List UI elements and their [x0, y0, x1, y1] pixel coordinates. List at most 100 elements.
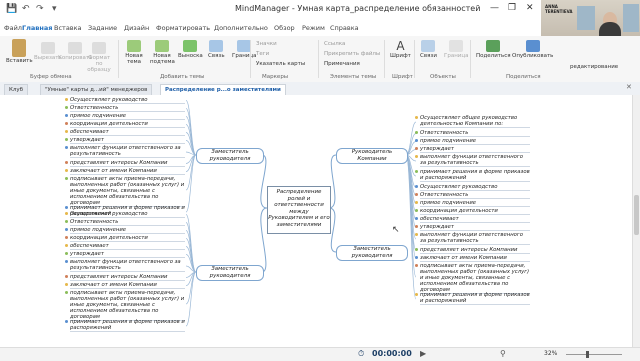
map-subtopic[interactable]: утверждает — [70, 137, 185, 144]
doc-tab-active[interactable]: Распределение р...о заместителями — [160, 84, 286, 95]
attach-files-button[interactable]: Прикрепить файлы — [324, 51, 380, 57]
map-subtopic[interactable]: координация деятельности — [420, 208, 530, 215]
map-subtopic[interactable]: Осуществляет руководство — [420, 184, 530, 191]
quick-access-dropdown-icon[interactable]: ▾ — [52, 4, 57, 14]
play-icon[interactable]: ▶ — [420, 349, 426, 358]
map-subtopic[interactable]: представляет интересы Компании — [70, 274, 185, 281]
topic-right-deputy[interactable]: Заместитель руководителя — [336, 245, 408, 261]
mouse-cursor-icon: ↖ — [392, 225, 400, 235]
new-topic-button[interactable]: Новая тема — [124, 40, 144, 65]
vertical-scrollbar[interactable] — [632, 95, 640, 347]
map-subtopic[interactable]: утверждает — [70, 251, 185, 258]
scrollbar-thumb[interactable] — [634, 195, 639, 235]
map-subtopic[interactable]: выполняет функции ответственного за резу… — [70, 259, 185, 272]
save-icon[interactable]: 💾 — [6, 4, 17, 14]
tab-help[interactable]: Справка — [330, 24, 359, 32]
undo-icon[interactable]: ↶ — [22, 4, 30, 14]
branch-line — [185, 116, 197, 156]
subtopic-marker-icon — [65, 291, 68, 294]
map-subtopic[interactable]: прямое подчинение — [420, 138, 530, 145]
map-subtopic[interactable]: Осуществляет руководство — [70, 211, 185, 218]
tab-format[interactable]: Форматировать — [156, 24, 210, 32]
icons-button[interactable]: Значки — [256, 41, 277, 47]
copy-icon — [68, 42, 83, 54]
map-subtopic[interactable]: выполняет функции ответственного за резу… — [420, 154, 530, 167]
subtopic-marker-icon — [415, 225, 418, 228]
map-subtopic[interactable]: Ответственность — [420, 192, 530, 199]
topic-head-of-company[interactable]: Руководитель Компании — [336, 148, 408, 164]
publish-button[interactable]: Опубликовать — [512, 40, 553, 59]
filter-icon[interactable]: ⚲ — [500, 349, 506, 358]
close-tab-icon[interactable]: ✕ — [626, 83, 632, 91]
map-subtopic[interactable]: заключает от имени Компании — [70, 282, 185, 289]
zoom-slider-thumb[interactable] — [586, 351, 589, 358]
map-subtopic[interactable]: заключает от имени Компании — [420, 255, 530, 262]
tags-button[interactable]: Теги — [256, 51, 269, 57]
map-subtopic[interactable]: подписывает акты приема-передачи, выполн… — [70, 290, 185, 321]
redo-icon[interactable]: ↷ — [36, 4, 44, 14]
subtopic-marker-icon — [415, 155, 418, 158]
map-subtopic[interactable]: подписывает акты приема-передачи, выполн… — [420, 263, 530, 294]
map-subtopic[interactable]: координация деятельности — [70, 235, 185, 242]
map-subtopic[interactable]: обеспечивает — [70, 243, 185, 250]
map-subtopic[interactable]: принимает решения в форме приказов и рас… — [420, 169, 530, 182]
maximize-button[interactable]: ❐ — [508, 3, 516, 13]
zoom-slider[interactable] — [566, 354, 622, 355]
map-subtopic[interactable]: Ответственность — [420, 130, 530, 137]
font-button[interactable]: A Шрифт — [390, 40, 411, 59]
subtopic-marker-icon — [65, 260, 68, 263]
map-subtopic[interactable]: Ответственность — [70, 105, 185, 112]
notes-button[interactable]: Примечания — [324, 61, 360, 67]
doc-tab-club[interactable]: Клуб — [4, 84, 29, 95]
tab-task[interactable]: Задание — [88, 24, 117, 32]
map-subtopic[interactable]: представляет интересы Компании — [70, 160, 185, 167]
close-button[interactable]: ✕ — [526, 3, 534, 13]
map-subtopic[interactable]: выполняет функции ответственного за резу… — [420, 232, 530, 245]
map-subtopic[interactable]: утверждает — [420, 224, 530, 231]
map-subtopic[interactable]: принимает решения в форме приказов и рас… — [70, 319, 185, 332]
topic-left-deputy-2[interactable]: Заместитель руководителя — [196, 265, 264, 281]
new-subtopic-button[interactable]: Новая подтема — [150, 40, 175, 65]
tab-home[interactable]: Главная — [22, 24, 52, 32]
relationship-button[interactable]: Связь — [208, 40, 225, 59]
subtopic-marker-icon — [65, 177, 68, 180]
map-subtopic[interactable]: обеспечивает — [70, 129, 185, 136]
map-subtopic[interactable]: утверждает — [420, 146, 530, 153]
map-subtopic[interactable]: подписывает акты приема-передачи, выполн… — [70, 176, 185, 207]
paste-button[interactable]: Вставить — [6, 39, 33, 64]
topic-left-deputy-1[interactable]: Заместитель руководителя — [196, 148, 264, 164]
map-subtopic[interactable]: обеспечивает — [420, 216, 530, 223]
minimize-button[interactable]: — — [490, 3, 499, 13]
map-subtopic[interactable]: координация деятельности — [70, 121, 185, 128]
tab-review[interactable]: Обзор — [274, 24, 295, 32]
tab-mode[interactable]: Режим — [302, 24, 325, 32]
map-index-button[interactable]: Указатель карты — [256, 61, 305, 67]
share-button[interactable]: Поделиться — [476, 40, 511, 59]
doc-tab-smart-maps[interactable]: "Умные" карты д...ий" менеджеров — [40, 84, 153, 95]
border-button[interactable]: Граница — [444, 40, 469, 59]
map-subtopic[interactable]: принимает решения в форме приказов и рас… — [420, 292, 530, 305]
map-subtopic[interactable]: представляет интересы Компании — [420, 247, 530, 254]
connections-button[interactable]: Связи — [420, 40, 437, 59]
map-subtopic[interactable]: заключает от имени Компании — [70, 168, 185, 175]
tab-advanced[interactable]: Дополнительно — [214, 24, 268, 32]
map-subtopic[interactable]: Осуществляет руководство — [70, 97, 185, 104]
boundary-button[interactable]: Граница — [232, 40, 257, 59]
map-subtopic[interactable]: прямое подчинение — [70, 227, 185, 234]
zoom-level[interactable]: 32% — [544, 350, 557, 357]
map-subtopic[interactable]: Ответственность — [70, 219, 185, 226]
map-subtopic[interactable]: прямое подчинение — [420, 200, 530, 207]
tab-insert[interactable]: Вставка — [54, 24, 82, 32]
tab-design[interactable]: Дизайн — [124, 24, 149, 32]
central-topic[interactable]: Распределение ролей и ответственности ме… — [267, 186, 331, 234]
subtopic-marker-icon — [65, 320, 68, 323]
map-canvas[interactable]: Распределение ролей и ответственности ме… — [0, 95, 632, 347]
editing-mode-button[interactable]: редактирование — [570, 64, 618, 70]
link-button[interactable]: Ссылка — [324, 41, 345, 47]
format-painter-button[interactable]: Формат по образцу — [84, 42, 114, 73]
map-subtopic[interactable]: Осуществляет общее руководство деятельно… — [420, 115, 530, 128]
callout-button[interactable]: Выноска — [178, 40, 203, 59]
tab-file[interactable]: Файл — [4, 24, 22, 32]
map-subtopic[interactable]: прямое подчинение — [70, 113, 185, 120]
map-subtopic[interactable]: выполняет функции ответственного за резу… — [70, 145, 185, 158]
